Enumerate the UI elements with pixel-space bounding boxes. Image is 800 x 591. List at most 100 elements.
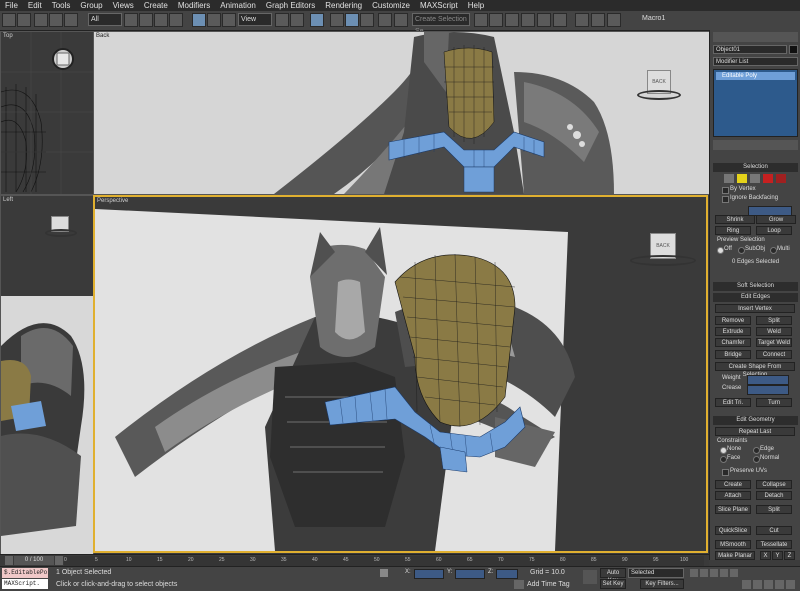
- material-editor-icon[interactable]: [553, 13, 567, 27]
- element-mode-icon[interactable]: [776, 174, 786, 183]
- selection-filter-dropdown[interactable]: All: [88, 13, 122, 26]
- viewport-top[interactable]: Top: [0, 31, 94, 195]
- rollout-selection[interactable]: Selection: [713, 163, 798, 172]
- insert-vertex-button[interactable]: Insert Vertex: [715, 304, 795, 313]
- quickslice-button[interactable]: QuickSlice: [715, 526, 751, 535]
- edit-tri-button[interactable]: Edit Tri.: [715, 398, 751, 407]
- render-production-icon[interactable]: [607, 13, 621, 27]
- create-shape-button[interactable]: Create Shape From Selection: [715, 362, 795, 378]
- object-color-swatch[interactable]: [789, 45, 798, 54]
- menu-create[interactable]: Create: [139, 0, 173, 11]
- goto-end-icon[interactable]: [730, 569, 738, 577]
- preserve-uvs-checkbox[interactable]: [722, 469, 729, 476]
- rollout-soft-selection[interactable]: Soft Selection: [713, 282, 798, 291]
- constraint-normal-radio[interactable]: [753, 456, 760, 463]
- goto-start-icon[interactable]: [690, 569, 698, 577]
- menu-modifiers[interactable]: Modifiers: [173, 0, 215, 11]
- ignore-backfacing-checkbox[interactable]: [722, 196, 729, 203]
- rollout-edit-geometry[interactable]: Edit Geometry: [713, 416, 798, 425]
- curve-editor-icon[interactable]: [521, 13, 535, 27]
- preview-off-radio[interactable]: [717, 247, 724, 254]
- preview-multi-radio[interactable]: [770, 247, 777, 254]
- rollout-edit-edges[interactable]: Edit Edges: [713, 293, 798, 302]
- bridge-button[interactable]: Bridge: [715, 350, 751, 359]
- viewcube-ring-perspective[interactable]: [630, 255, 696, 266]
- key-icon[interactable]: [583, 570, 597, 584]
- detach-button[interactable]: Detach: [756, 491, 792, 500]
- edge-mode-icon[interactable]: [737, 174, 747, 183]
- vertex-mode-icon[interactable]: [724, 174, 734, 183]
- x-coordinate-field[interactable]: [414, 569, 444, 579]
- prev-frame-icon[interactable]: [5, 556, 13, 565]
- spinner-snap-icon[interactable]: [360, 13, 374, 27]
- mirror-icon[interactable]: [394, 13, 408, 27]
- unlink-icon[interactable]: [49, 13, 63, 27]
- border-mode-icon[interactable]: [750, 174, 760, 183]
- layer-manager-icon[interactable]: [489, 13, 503, 27]
- cut-button[interactable]: Cut: [756, 526, 792, 535]
- z-coordinate-field[interactable]: [496, 569, 518, 579]
- trackbar[interactable]: 0 5 10 15 20 25 30 35 40 45 50 55 60 65 …: [64, 556, 704, 566]
- window-crossing-icon[interactable]: [169, 13, 183, 27]
- planar-x-button[interactable]: X: [760, 551, 771, 560]
- select-rotate-icon[interactable]: [207, 13, 221, 27]
- graphite-tools-icon[interactable]: [505, 13, 519, 27]
- viewport-left[interactable]: Left: [0, 195, 94, 555]
- schematic-view-icon[interactable]: [537, 13, 551, 27]
- tessellate-button[interactable]: Tessellate: [756, 540, 792, 549]
- planar-z-button[interactable]: Z: [784, 551, 795, 560]
- viewport-back[interactable]: Back BACK: [93, 31, 710, 195]
- percent-snap-icon[interactable]: [345, 13, 359, 27]
- weight-spinner[interactable]: [747, 375, 789, 385]
- rendered-frame-icon[interactable]: [591, 13, 605, 27]
- select-manipulate-icon[interactable]: [290, 13, 304, 27]
- viewport-perspective[interactable]: Perspective BACK: [93, 195, 708, 553]
- menu-animation[interactable]: Animation: [215, 0, 261, 11]
- modifier-stack-item[interactable]: Editable Poly: [716, 72, 795, 80]
- pivot-center-icon[interactable]: [275, 13, 289, 27]
- orbit-icon[interactable]: [775, 580, 784, 589]
- ring-button[interactable]: Ring: [715, 226, 751, 235]
- make-planar-button[interactable]: Make Planar: [715, 551, 755, 560]
- constraint-edge-radio[interactable]: [753, 447, 760, 454]
- auto-key-button[interactable]: Auto Key: [600, 568, 626, 584]
- select-by-name-icon[interactable]: [139, 13, 153, 27]
- pan-view-icon[interactable]: [764, 580, 773, 589]
- split-edges-button[interactable]: Split: [756, 316, 792, 325]
- modifier-list-dropdown[interactable]: Modifier List: [713, 57, 798, 66]
- menu-edit[interactable]: Edit: [23, 0, 47, 11]
- time-tag-icon[interactable]: [514, 580, 524, 589]
- link-icon[interactable]: [34, 13, 48, 27]
- render-setup-icon[interactable]: [575, 13, 589, 27]
- key-mode-dropdown[interactable]: Selected: [628, 568, 684, 578]
- play-icon[interactable]: [710, 569, 718, 577]
- loop-button[interactable]: Loop: [756, 226, 792, 235]
- stack-controls[interactable]: [713, 140, 798, 150]
- align-icon[interactable]: [474, 13, 488, 27]
- constraint-none-radio[interactable]: [720, 447, 727, 454]
- next-frame-icon[interactable]: [55, 556, 63, 565]
- target-weld-button[interactable]: Target Weld: [756, 338, 792, 347]
- zoom-all-icon[interactable]: [753, 580, 762, 589]
- connect-button[interactable]: Connect: [756, 350, 792, 359]
- menu-help[interactable]: Help: [463, 0, 489, 11]
- set-key-button[interactable]: Set Key: [600, 579, 626, 589]
- frame-counter[interactable]: 0 / 100: [14, 556, 54, 565]
- object-name-field[interactable]: Object01: [713, 45, 787, 54]
- reference-coord-dropdown[interactable]: View: [238, 13, 272, 26]
- menu-rendering[interactable]: Rendering: [320, 0, 367, 11]
- angle-snap-icon[interactable]: [330, 13, 344, 27]
- weld-button[interactable]: Weld: [756, 327, 792, 336]
- viewcube-ring-back[interactable]: [637, 90, 681, 100]
- chamfer-button[interactable]: Chamfer: [715, 338, 751, 347]
- slice-plane-button[interactable]: Slice Plane: [715, 505, 751, 514]
- create-button[interactable]: Create: [715, 480, 751, 489]
- redo-icon[interactable]: [17, 13, 31, 27]
- viewcube-ring-left[interactable]: [45, 229, 77, 237]
- edit-named-selection-icon[interactable]: [378, 13, 392, 27]
- rect-selection-icon[interactable]: [154, 13, 168, 27]
- select-scale-icon[interactable]: [222, 13, 236, 27]
- select-object-icon[interactable]: [124, 13, 138, 27]
- prev-key-icon[interactable]: [700, 569, 708, 577]
- menu-file[interactable]: File: [0, 0, 23, 11]
